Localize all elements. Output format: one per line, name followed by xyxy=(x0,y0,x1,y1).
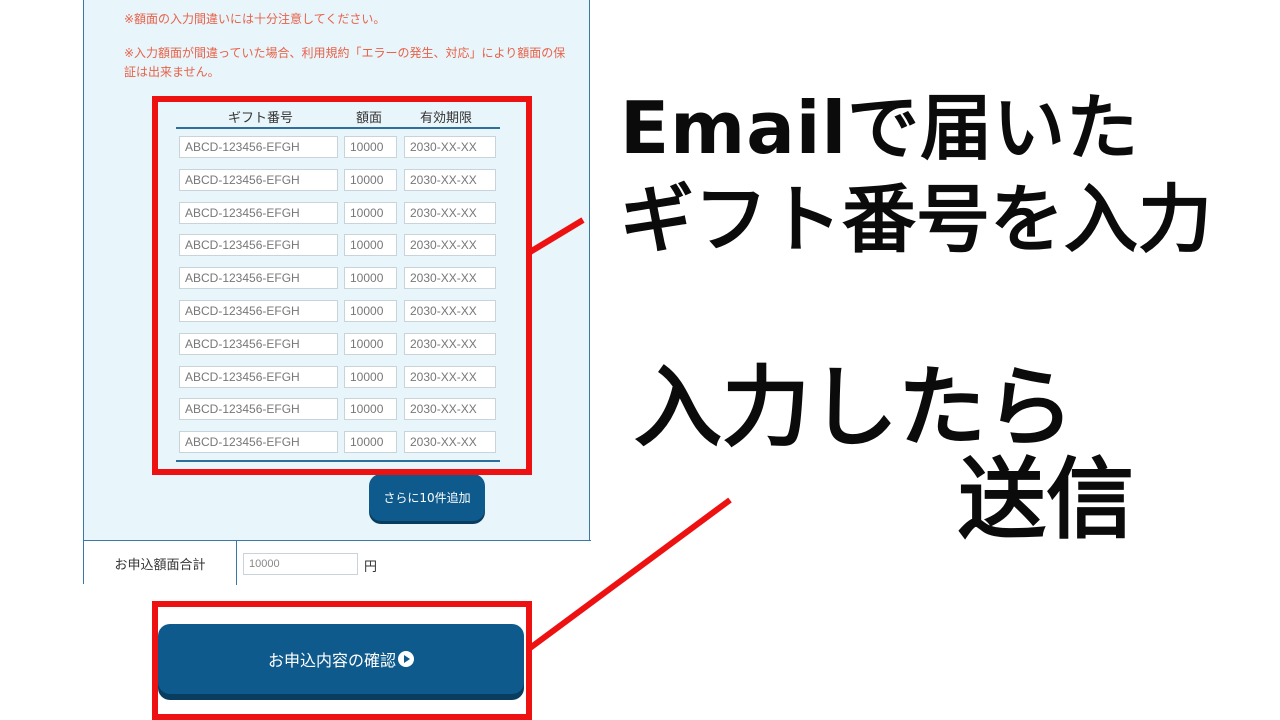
callout-text: 入力したら xyxy=(634,356,1075,459)
callout-text: Emailで届いた xyxy=(620,86,1140,170)
callout-line-gift xyxy=(528,217,585,255)
callout-line-submit xyxy=(528,497,732,651)
callout-text: 送信 xyxy=(958,448,1135,551)
callout-text: ギフト番号を入力 xyxy=(620,177,1212,263)
